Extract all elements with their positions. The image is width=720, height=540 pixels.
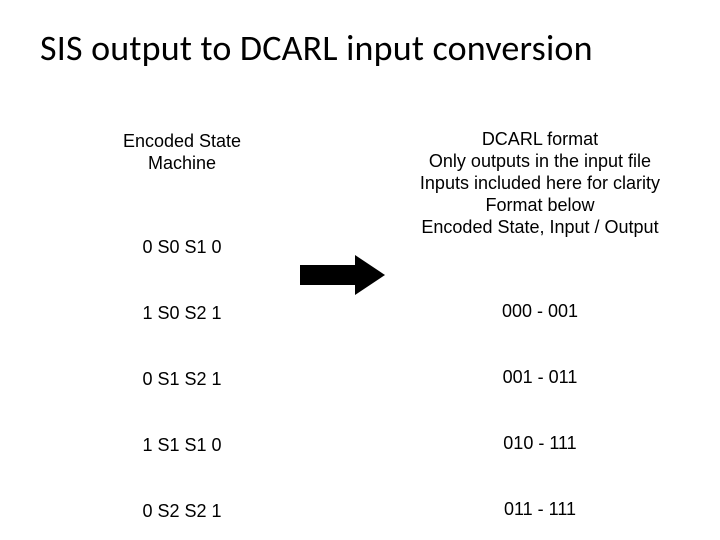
- state-row: 0 S2 S2 1: [72, 500, 292, 522]
- heading-line: Format below: [400, 194, 680, 216]
- dcarl-rows: 000 - 001 001 - 011 010 - 111 011 - 111 …: [400, 256, 680, 540]
- state-machine-rows: 0 S0 S1 0 1 S0 S2 1 0 S1 S2 1 1 S1 S1 0 …: [72, 192, 292, 540]
- heading-line: Inputs included here for clarity: [400, 172, 680, 194]
- heading-line: Encoded State, Input / Output: [400, 216, 680, 238]
- heading-line: Encoded State: [123, 131, 241, 151]
- arrow-icon: [300, 255, 390, 295]
- left-column: Encoded State Machine 0 S0 S1 0 1 S0 S2 …: [72, 130, 292, 540]
- dcarl-heading: DCARL format Only outputs in the input f…: [400, 128, 680, 238]
- state-row: 0 S0 S1 0: [72, 236, 292, 258]
- state-row: 1 S0 S2 1: [72, 302, 292, 324]
- slide-title: SIS output to DCARL input conversion: [40, 26, 700, 70]
- heading-line: Machine: [148, 153, 216, 173]
- dcarl-row: 011 - 111: [400, 498, 680, 520]
- right-column: DCARL format Only outputs in the input f…: [400, 128, 680, 540]
- state-row: 0 S1 S2 1: [72, 368, 292, 390]
- heading-line: DCARL format: [400, 128, 680, 150]
- encoded-state-heading: Encoded State Machine: [72, 130, 292, 174]
- state-row: 1 S1 S1 0: [72, 434, 292, 456]
- dcarl-row: 001 - 011: [400, 366, 680, 388]
- slide: SIS output to DCARL input conversion Enc…: [0, 0, 720, 540]
- dcarl-row: 000 - 001: [400, 300, 680, 322]
- dcarl-row: 010 - 111: [400, 432, 680, 454]
- heading-line: Only outputs in the input file: [400, 150, 680, 172]
